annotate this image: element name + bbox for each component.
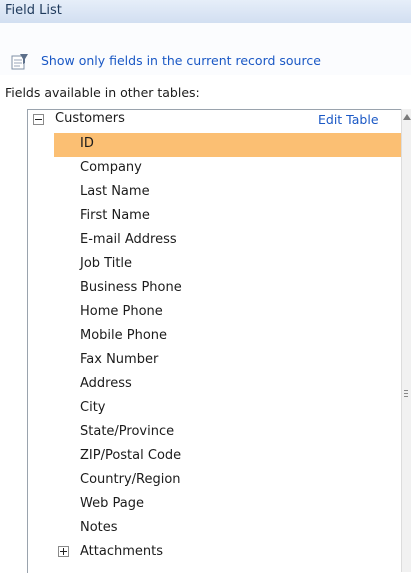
field-list-pane: Field List Show only fields in the curre… — [0, 0, 411, 573]
field-item-email-address[interactable]: E-mail Address — [54, 229, 401, 253]
field-item-state-province[interactable]: State/Province — [54, 421, 401, 445]
vertical-scrollbar[interactable] — [401, 109, 411, 572]
scroll-grip-icon — [404, 390, 408, 400]
pane-title: Field List — [5, 3, 62, 18]
field-list-titlebar: Field List — [0, 0, 411, 24]
field-item-last-name[interactable]: Last Name — [54, 181, 401, 205]
field-item-web-page[interactable]: Web Page — [54, 493, 401, 517]
collapse-table-toggle[interactable] — [33, 114, 44, 125]
filter-icon[interactable] — [11, 53, 29, 71]
field-item-zip-postal-code[interactable]: ZIP/Postal Code — [54, 445, 401, 469]
field-item-country-region[interactable]: Country/Region — [54, 469, 401, 493]
field-item-job-title[interactable]: Job Title — [54, 253, 401, 277]
show-only-current-fields-link[interactable]: Show only fields in the current record s… — [41, 53, 321, 68]
table-name[interactable]: Customers — [55, 111, 125, 126]
field-item-first-name[interactable]: First Name — [54, 205, 401, 229]
field-item-company[interactable]: Company — [54, 157, 401, 181]
field-item-home-phone[interactable]: Home Phone — [54, 301, 401, 325]
field-item-address[interactable]: Address — [54, 373, 401, 397]
field-item-city[interactable]: City — [54, 397, 401, 421]
scroll-up-arrow-icon[interactable] — [403, 114, 411, 120]
other-tables-label: Fields available in other tables: — [5, 85, 200, 100]
edit-table-link[interactable]: Edit Table — [318, 112, 379, 127]
field-item-business-phone[interactable]: Business Phone — [54, 277, 401, 301]
expand-attachments-toggle[interactable] — [58, 546, 69, 557]
field-item-notes[interactable]: Notes — [54, 517, 401, 541]
field-item-id[interactable]: ID — [54, 133, 401, 157]
field-item-fax-number[interactable]: Fax Number — [54, 349, 401, 373]
show-fields-row: Show only fields in the current record s… — [0, 23, 411, 75]
field-item-mobile-phone[interactable]: Mobile Phone — [54, 325, 401, 349]
field-item-attachments[interactable]: Attachments — [54, 541, 401, 565]
